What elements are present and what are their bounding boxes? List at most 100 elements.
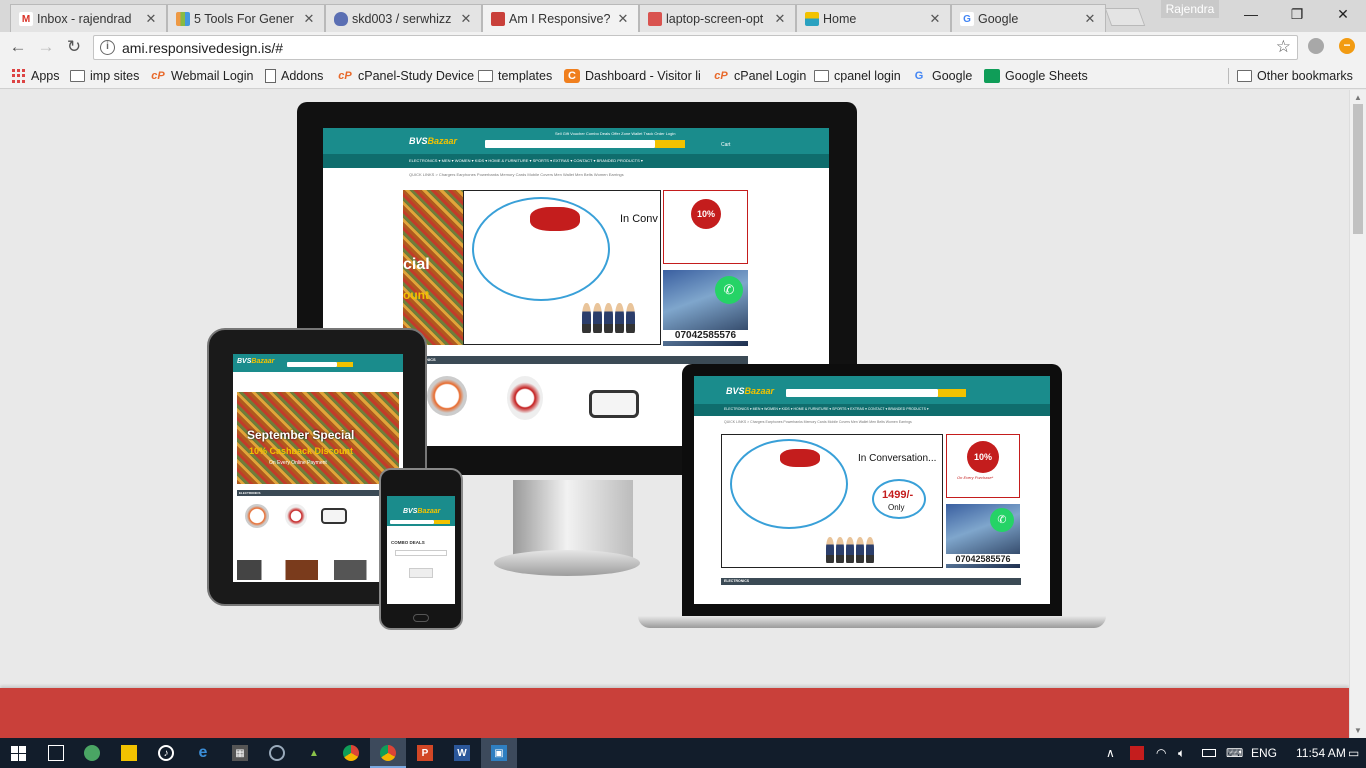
tab-label: Inbox - rajendrad — [37, 11, 132, 26]
google-icon: G — [914, 70, 924, 82]
page-scrollbar[interactable]: ▲ ▼ — [1349, 90, 1366, 738]
language-indicator[interactable]: ENG — [1251, 738, 1277, 768]
info-icon[interactable]: i — [100, 40, 115, 55]
new-tab-button[interactable] — [1104, 8, 1146, 26]
clock[interactable]: 11:54 AM — [1296, 738, 1346, 768]
close-window-button[interactable]: ✕ — [1320, 2, 1366, 26]
chrome-icon[interactable] — [333, 738, 369, 768]
laptop-screen: BVSBazaar ELECTRONICS ▾ MEN ▾ WOMEN ▾ KI… — [694, 376, 1050, 604]
calculator-icon[interactable]: ▦ — [222, 738, 258, 768]
bookmark-apps[interactable]: Apps — [10, 67, 60, 85]
volume-icon[interactable]: 🔈︎ — [1178, 738, 1185, 768]
bookmark-label: imp sites — [90, 69, 140, 83]
scrollbar-thumb[interactable] — [1353, 104, 1363, 234]
tab-home[interactable]: Home ✕ — [796, 4, 951, 32]
address-bar[interactable]: i ami.responsivedesign.is/# ☆ — [93, 35, 1298, 60]
tab-am-i-responsive[interactable]: Am I Responsive? ✕ — [482, 4, 639, 32]
tab-strip: M Inbox - rajendrad ✕ 5 Tools For Gener … — [0, 0, 1366, 32]
search-button[interactable] — [434, 520, 450, 524]
search-button[interactable] — [655, 140, 685, 148]
close-icon[interactable]: ✕ — [773, 11, 787, 27]
bookmark-webmail-login[interactable]: cP Webmail Login — [150, 67, 253, 85]
bookmark-label: cpanel login — [834, 69, 901, 83]
folder-icon — [1237, 70, 1252, 82]
price-only: Only — [888, 503, 905, 512]
bookmark-other[interactable]: Other bookmarks — [1237, 67, 1353, 85]
wifi-icon[interactable]: ◠ — [1156, 738, 1166, 768]
forward-button[interactable]: → — [35, 36, 57, 58]
close-icon[interactable]: ✕ — [616, 11, 630, 27]
battery-icon[interactable] — [1202, 738, 1216, 768]
bookmark-star-icon[interactable]: ☆ — [1276, 37, 1291, 57]
people-icon[interactable] — [74, 738, 110, 768]
search-button[interactable] — [938, 389, 966, 397]
bookmarks-bar: Apps imp sites cP Webmail Login Addons c… — [0, 63, 1366, 89]
bookmark-cpanel-login[interactable]: cP cPanel Login — [713, 67, 806, 85]
word-icon[interactable]: W — [444, 738, 480, 768]
bvs-icon — [805, 12, 819, 26]
settings-icon[interactable] — [259, 738, 295, 768]
extension-orange-icon[interactable]: − — [1339, 38, 1355, 54]
bookmark-label: templates — [498, 69, 553, 83]
bookmark-templates[interactable]: templates — [478, 67, 552, 85]
notifications-icon[interactable]: ▭ — [1348, 738, 1359, 768]
extension-globe-icon[interactable] — [1308, 38, 1324, 54]
acrobat-tray-icon[interactable] — [1130, 738, 1144, 768]
bookmark-addons[interactable]: Addons — [265, 67, 323, 85]
media-player-icon[interactable]: ♪ — [148, 738, 184, 768]
scroll-up-icon[interactable]: ▲ — [1354, 93, 1362, 102]
bookmark-google[interactable]: G Google — [911, 67, 973, 85]
banner-text: ount — [403, 288, 429, 302]
powerpoint-icon[interactable]: P — [407, 738, 443, 768]
reload-button[interactable]: ↻ — [63, 36, 85, 58]
tab-gmail[interactable]: M Inbox - rajendrad ✕ — [10, 4, 167, 32]
footer-band — [0, 688, 1349, 738]
bookmark-google-sheets[interactable]: Google Sheets — [984, 67, 1088, 85]
show-hidden-icons[interactable]: ∧ — [1106, 738, 1115, 768]
sort-select[interactable] — [395, 550, 447, 556]
remote-desktop-icon[interactable]: ▣ — [481, 738, 517, 768]
bookmark-cpanel-study[interactable]: cP cPanel-Study Device — [337, 67, 474, 85]
site-nav: ELECTRONICS ▾ MEN ▾ WOMEN ▾ KIDS ▾ HOME … — [323, 154, 829, 168]
search-input[interactable] — [390, 520, 434, 524]
file-explorer-icon[interactable] — [111, 738, 147, 768]
whatsapp-icon: ✆ — [990, 508, 1014, 532]
tab-skd003[interactable]: skd003 / serwhizz ✕ — [325, 4, 482, 32]
close-icon[interactable]: ✕ — [1083, 11, 1097, 27]
tab-laptop-screen[interactable]: laptop-screen-opt ✕ — [639, 4, 796, 32]
chrome-active-icon[interactable] — [370, 738, 406, 768]
url-text[interactable]: ami.responsivedesign.is/# — [122, 40, 283, 56]
bookmark-imp-sites[interactable]: imp sites — [70, 67, 139, 85]
android-icon[interactable]: ▲ — [296, 738, 332, 768]
phone-screen: BVSBazaar COMBO DEALS — [387, 496, 455, 604]
start-icon[interactable] — [0, 738, 36, 768]
conversation-banner: In Conv — [463, 190, 661, 345]
minimize-button[interactable]: — — [1228, 2, 1274, 26]
tab-5-tools[interactable]: 5 Tools For Gener ✕ — [167, 4, 325, 32]
bookmark-dashboard[interactable]: C Dashboard - Visitor lis — [564, 67, 701, 85]
search-input[interactable] — [485, 140, 655, 148]
back-button[interactable]: ← — [7, 36, 29, 58]
tab-label: laptop-screen-opt — [666, 11, 764, 26]
search-input[interactable] — [786, 389, 938, 397]
close-icon[interactable]: ✕ — [928, 11, 942, 27]
restore-button[interactable]: ❐ — [1274, 2, 1320, 26]
edge-icon[interactable]: e — [185, 738, 221, 768]
responsive-icon — [648, 12, 662, 26]
scroll-down-icon[interactable]: ▼ — [1354, 726, 1362, 735]
search-input[interactable] — [287, 362, 337, 367]
close-icon[interactable]: ✕ — [459, 11, 473, 27]
product-thumbnail — [409, 568, 433, 578]
bookmark-cpanel-login-folder[interactable]: cpanel login — [814, 67, 901, 85]
close-icon[interactable]: ✕ — [302, 11, 316, 27]
keyboard-icon[interactable]: ⌨ — [1226, 738, 1243, 768]
cashback-caption: On Every Purchase* — [957, 475, 994, 480]
page-viewport: BVSBazaar Sell Gift Voucher Combo Deals … — [0, 90, 1349, 738]
windows-taskbar: ♪ e ▦ ▲ P W ▣ ∧ ◠ 🔈︎ ⌨ ENG 11:54 AM ▭ — [0, 738, 1366, 768]
profile-button[interactable]: Rajendra — [1161, 0, 1219, 18]
task-view-icon[interactable] — [38, 738, 74, 768]
tab-google[interactable]: G Google ✕ — [951, 4, 1106, 32]
search-button[interactable] — [337, 362, 353, 367]
close-icon[interactable]: ✕ — [144, 11, 158, 27]
headphones-image — [507, 376, 543, 420]
